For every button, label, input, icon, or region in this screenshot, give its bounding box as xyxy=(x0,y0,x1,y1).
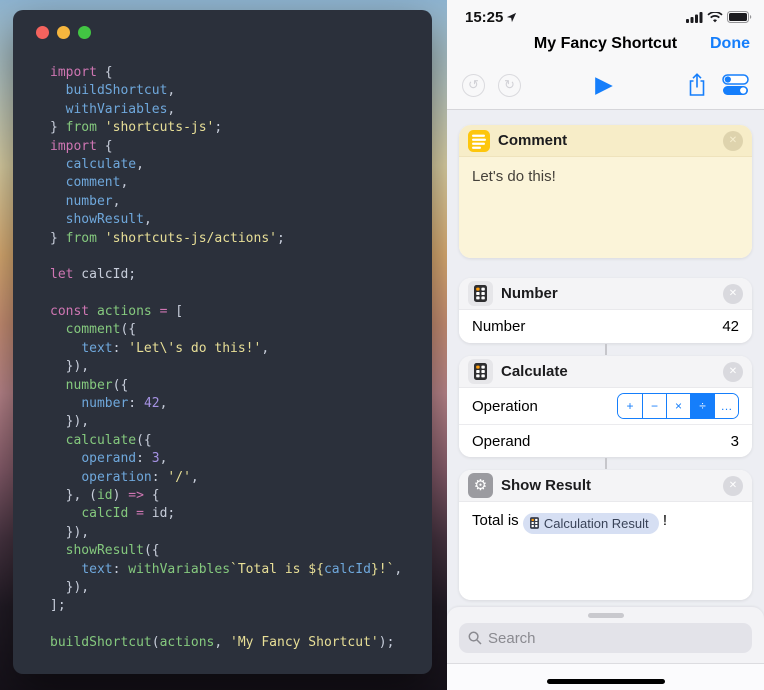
action-connector xyxy=(605,344,607,355)
action-title: Number xyxy=(501,285,715,302)
remove-action-icon[interactable]: ✕ xyxy=(723,284,743,304)
window-minimize-button[interactable] xyxy=(57,26,70,39)
redo-icon[interactable]: ↻ xyxy=(498,74,521,97)
variable-name: Calculation Result xyxy=(544,516,649,531)
cellular-signal-icon xyxy=(686,12,703,23)
search-placeholder: Search xyxy=(488,630,536,647)
share-icon[interactable] xyxy=(687,73,707,97)
comment-text-field[interactable]: Let's do this! xyxy=(459,157,752,258)
field-label: Operand xyxy=(472,433,530,450)
location-arrow-icon xyxy=(506,12,517,23)
operation-segment[interactable]: … xyxy=(714,394,738,418)
result-text-suffix: ! xyxy=(663,512,667,529)
search-icon xyxy=(468,631,482,645)
window-controls xyxy=(13,10,432,39)
action-title: Comment xyxy=(498,132,715,149)
gear-icon: ⚙ xyxy=(468,473,493,498)
editor-toolbar: ↺ ↻ ▶ xyxy=(447,62,764,108)
result-text-prefix: Total is xyxy=(472,512,519,529)
nav-bar: My Fancy Shortcut Done xyxy=(447,28,764,60)
search-input[interactable]: Search xyxy=(459,623,752,653)
operation-segment[interactable]: ÷ xyxy=(690,394,714,418)
action-card-comment: Comment ✕ Let's do this! xyxy=(459,125,752,258)
app-header: 15:25 My Fa xyxy=(447,0,764,110)
action-title: Show Result xyxy=(501,477,715,494)
action-library-sheet: Search xyxy=(447,607,764,690)
action-list: Comment ✕ Let's do this! xyxy=(447,111,764,690)
calculator-icon xyxy=(468,281,493,306)
action-card-calculate: Calculate ✕ Operation +−×÷… Operand 3 xyxy=(459,356,752,457)
status-bar: 15:25 xyxy=(447,0,764,28)
show-result-text-field[interactable]: Total is Calculation Result ! xyxy=(459,502,752,600)
status-time: 15:25 xyxy=(465,9,517,26)
wifi-icon xyxy=(707,12,723,23)
operation-segment[interactable]: − xyxy=(642,394,666,418)
calculator-icon xyxy=(468,359,493,384)
action-card-number: Number ✕ Number 42 xyxy=(459,278,752,343)
remove-action-icon[interactable]: ✕ xyxy=(723,362,743,382)
operation-segmented-control: +−×÷… xyxy=(617,393,739,419)
window-close-button[interactable] xyxy=(36,26,49,39)
undo-icon[interactable]: ↺ xyxy=(462,74,485,97)
run-shortcut-button[interactable]: ▶ xyxy=(595,71,613,97)
shortcuts-app: 15:25 My Fa xyxy=(447,0,764,690)
operation-segment[interactable]: × xyxy=(666,394,690,418)
operation-segment[interactable]: + xyxy=(618,394,642,418)
action-title: Calculate xyxy=(501,363,715,380)
action-card-show-result: ⚙ Show Result ✕ Total is Calcu xyxy=(459,470,752,600)
battery-icon xyxy=(727,11,752,23)
variable-token[interactable]: Calculation Result xyxy=(523,513,659,534)
window-zoom-button[interactable] xyxy=(78,26,91,39)
home-indicator[interactable] xyxy=(547,679,665,684)
done-button[interactable]: Done xyxy=(710,35,750,53)
remove-action-icon[interactable]: ✕ xyxy=(723,131,743,151)
field-label: Number xyxy=(472,318,525,335)
bottom-bar xyxy=(447,663,764,690)
action-connector xyxy=(605,458,607,469)
code-editor-window: import { buildShortcut, withVariables,} … xyxy=(13,10,432,674)
comment-icon xyxy=(468,130,490,152)
field-label: Operation xyxy=(472,398,538,415)
calculator-icon xyxy=(530,517,539,529)
number-value-field[interactable]: 42 xyxy=(722,318,739,335)
operand-value-field[interactable]: 3 xyxy=(731,433,739,450)
sheet-drag-handle[interactable] xyxy=(588,613,624,618)
code-block: import { buildShortcut, withVariables,} … xyxy=(50,64,432,653)
shortcut-settings-icon[interactable] xyxy=(722,74,749,96)
remove-action-icon[interactable]: ✕ xyxy=(723,476,743,496)
desktop-background: import { buildShortcut, withVariables,} … xyxy=(0,0,447,690)
